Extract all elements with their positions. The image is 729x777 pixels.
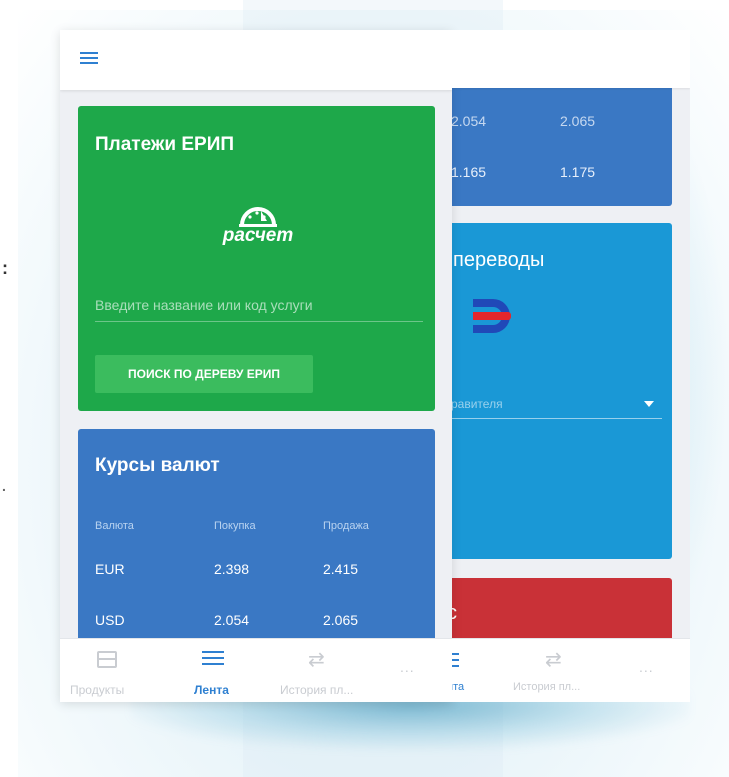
nav-label: Продукты	[70, 683, 125, 697]
rate-currency: USD	[95, 612, 125, 628]
erip-search-input[interactable]	[95, 288, 423, 322]
rates-header-sell: Продажа	[323, 520, 369, 532]
erip-payments-card: Платежи ЕРИП расчет ПОИСК ПО ДЕРЕВУ ЕРИП	[78, 106, 435, 411]
transfer-title: переводы	[453, 249, 545, 271]
swap-icon: ⇄	[308, 649, 325, 671]
sender-select-placeholder[interactable]: равителя	[451, 397, 503, 411]
back-bottom-nav: нта ⇄ История пл... ...	[447, 638, 690, 702]
top-app-bar	[60, 30, 452, 90]
back-rates-card: 2.054 2.065 1.165 1.175	[447, 70, 672, 206]
sender-select-underline	[447, 418, 662, 419]
rate-sell: 1.175	[560, 164, 596, 180]
edge-mark: :	[2, 258, 8, 278]
back-top-bar	[447, 30, 690, 88]
nav-more[interactable]: ...	[390, 639, 440, 702]
nav-label: Лента	[194, 683, 229, 697]
currency-rates-card: Курсы валют Валюта Покупка Продажа EUR 2…	[78, 429, 435, 669]
erip-tree-search-button[interactable]: ПОИСК ПО ДЕРЕВУ ЕРИП	[95, 355, 313, 393]
rate-sell: 2.065	[560, 113, 596, 129]
transfer-logo-icon	[473, 299, 511, 333]
back-nav-more[interactable]: ...	[627, 639, 667, 702]
nav-label: История пл...	[280, 683, 354, 697]
feed-icon	[202, 651, 224, 669]
rates-header-currency: Валюта	[95, 520, 134, 532]
card-icon	[97, 651, 117, 668]
front-phone-screen: Платежи ЕРИП расчет ПОИСК ПО ДЕРЕВУ ЕРИП…	[60, 30, 452, 702]
nav-label: История пл...	[513, 681, 581, 693]
back-nav-feed[interactable]: нта	[447, 639, 487, 702]
rate-buy: 2.054	[451, 113, 487, 129]
dropdown-arrow-icon[interactable]	[644, 401, 654, 407]
rate-buy: 2.054	[214, 612, 250, 628]
rates-title: Курсы валют	[95, 455, 220, 476]
rate-sell: 2.065	[323, 612, 359, 628]
rate-buy: 1.165	[451, 164, 487, 180]
more-dots-icon: ...	[400, 659, 415, 675]
nav-feed[interactable]: Лента	[178, 639, 248, 702]
raschet-logo-text: расчет	[222, 225, 294, 246]
back-transfer-card[interactable]: переводы равителя	[447, 223, 672, 559]
more-dots-icon: ...	[639, 659, 654, 675]
back-nav-history[interactable]: ⇄ История пл...	[509, 639, 599, 702]
rate-sell: 2.415	[323, 561, 359, 577]
rates-header-buy: Покупка	[214, 520, 256, 532]
bottom-nav: Продукты Лента ⇄ История пл... ...	[60, 638, 452, 702]
edge-mark: .	[2, 478, 6, 494]
back-phone-screen: 2.054 2.065 1.165 1.175 переводы равител…	[447, 30, 690, 702]
hamburger-menu-icon[interactable]	[80, 52, 98, 66]
rate-buy: 2.398	[214, 561, 250, 577]
swap-icon: ⇄	[545, 649, 562, 671]
nav-payment-history[interactable]: ⇄ История пл...	[270, 639, 370, 702]
rate-currency: EUR	[95, 561, 125, 577]
nav-products[interactable]: Продукты	[60, 639, 160, 702]
erip-title: Платежи ЕРИП	[95, 134, 235, 155]
